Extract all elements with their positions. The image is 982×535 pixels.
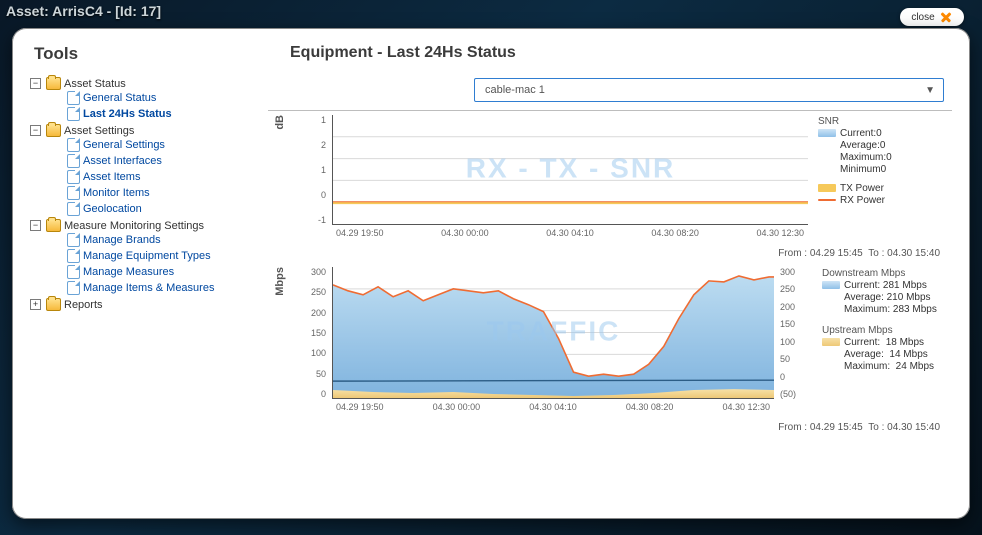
chart2-timerange: From : 04.29 15:45 To : 04.30 15:40 [274,420,946,441]
folder-icon [46,124,61,137]
tree-item-general-settings[interactable]: General Settings [83,139,165,151]
chart1-ylabel: dB [274,115,292,130]
file-icon [67,186,80,200]
expander-icon[interactable]: − [30,78,41,89]
tree-item-manage-brands[interactable]: Manage Brands [83,234,161,246]
close-label: close [911,12,934,23]
chart1-legend: SNR Current:0 Average:0 Maximum:0 Minimu… [814,115,946,207]
file-icon [67,265,80,279]
interface-selector[interactable]: cable-mac 1 ▼ [474,78,944,102]
tree-item-asset-items[interactable]: Asset Items [83,171,140,183]
folder-icon [46,77,61,90]
chart1-timerange: From : 04.29 15:45 To : 04.30 15:40 [274,246,946,267]
main-panel: Tools − Asset Status General Status Last… [12,28,970,519]
file-icon [67,233,80,247]
file-icon [67,202,80,216]
chart2-ylabel: Mbps [274,267,292,296]
close-icon [939,10,953,24]
close-button[interactable]: close [900,8,964,26]
window-title: Asset: ArrisC4 - [Id: 17] [6,3,161,19]
chart1-plot[interactable]: RX - TX - SNR [332,115,808,225]
chart2-plot[interactable]: TRAFFIC [332,267,774,399]
chevron-down-icon: ▼ [925,85,935,96]
tree-group-asset-status[interactable]: Asset Status [64,78,126,90]
file-icon [67,91,80,105]
main-content: Equipment - Last 24Hs Status cable-mac 1… [264,44,952,501]
tree-item-manage-measures[interactable]: Manage Measures [83,266,174,278]
expander-icon[interactable]: + [30,299,41,310]
chart-area: dB 1 2 1 0 -1 [268,110,952,445]
tree-group-reports[interactable]: Reports [64,299,103,311]
nav-tree: − Asset Status General Status Last 24Hs … [30,76,256,312]
file-icon [67,154,80,168]
sidebar: Tools − Asset Status General Status Last… [30,44,256,501]
file-icon [67,107,80,121]
tree-group-measure-monitoring[interactable]: Measure Monitoring Settings [64,220,204,232]
tree-group-asset-settings[interactable]: Asset Settings [64,125,134,137]
tree-item-manage-equipment-types[interactable]: Manage Equipment Types [83,250,211,262]
file-icon [67,249,80,263]
interface-selector-value: cable-mac 1 [485,84,925,96]
chart2-legend: Downstream Mbps Current: 281 Mbps Averag… [818,267,946,373]
file-icon [67,170,80,184]
expander-icon[interactable]: − [30,220,41,231]
tree-item-general-status[interactable]: General Status [83,92,156,104]
folder-icon [46,298,61,311]
file-icon [67,281,80,295]
chart-traffic: Mbps 300 250 200 150 100 50 0 [274,267,946,412]
file-icon [67,138,80,152]
expander-icon[interactable]: − [30,125,41,136]
sidebar-heading: Tools [30,44,256,64]
tree-item-asset-interfaces[interactable]: Asset Interfaces [83,155,162,167]
tree-item-last24-status[interactable]: Last 24Hs Status [83,108,172,120]
chart-rx-tx-snr: dB 1 2 1 0 -1 [274,115,946,238]
tree-item-manage-items-measures[interactable]: Manage Items & Measures [83,282,214,294]
tree-item-geolocation[interactable]: Geolocation [83,203,142,215]
page-title: Equipment - Last 24Hs Status [264,44,952,62]
folder-icon [46,219,61,232]
tree-item-monitor-items[interactable]: Monitor Items [83,187,150,199]
